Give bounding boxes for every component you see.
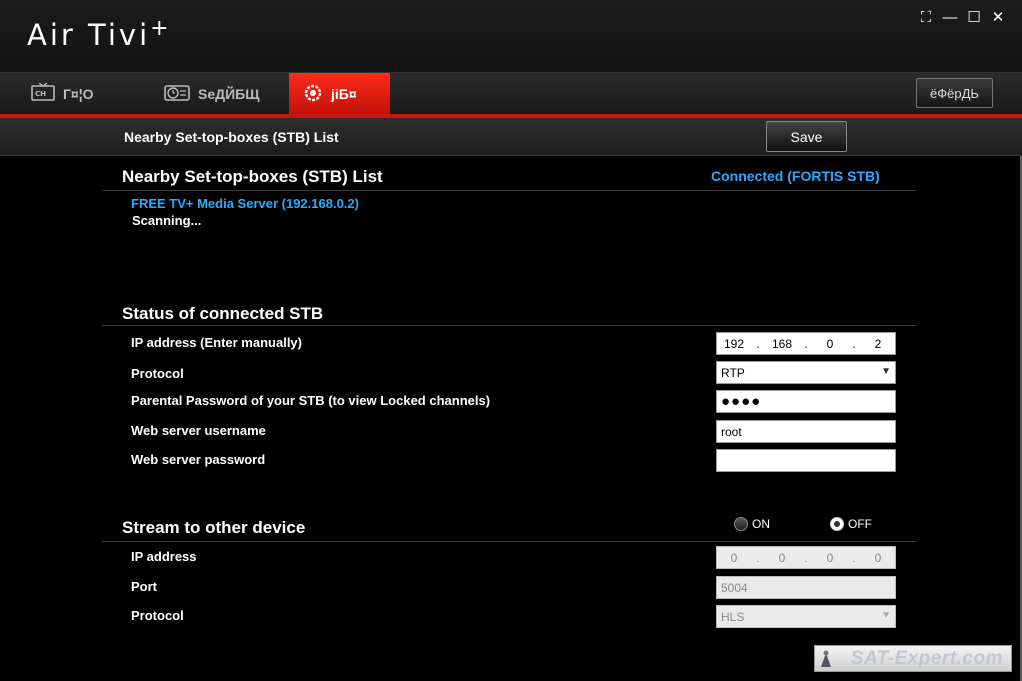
nearby-divider bbox=[102, 190, 916, 191]
svg-text:CH: CH bbox=[35, 90, 46, 98]
page-title: Nearby Set-top-boxes (STB) List bbox=[124, 129, 339, 145]
stream-section-title: Stream to other device bbox=[122, 518, 306, 537]
tab-channels[interactable]: CH Г¤¦О bbox=[31, 73, 151, 115]
close-icon[interactable]: ✕ bbox=[986, 8, 1010, 28]
tab-bar: CH Г¤¦О ЅеДЙБЩ јіБ¤ ёФёрДЬ bbox=[0, 72, 1022, 115]
title-bar: Air Tivi+ ⛶ — ☐ ✕ bbox=[0, 0, 1022, 72]
status-section-title: Status of connected STB bbox=[122, 304, 324, 323]
protocol-value: RTP bbox=[721, 365, 745, 380]
stream-protocol-label: Protocol bbox=[131, 608, 184, 623]
protocol-label: Protocol bbox=[131, 366, 184, 381]
stream-protocol-value: HLS bbox=[721, 609, 745, 624]
scanning-status: Scanning... bbox=[132, 213, 202, 228]
parental-password-value: ●●●● bbox=[721, 393, 762, 410]
ip-dot: . bbox=[804, 550, 808, 565]
status-divider bbox=[102, 325, 916, 326]
tab-settings[interactable]: јіБ¤ bbox=[289, 73, 390, 115]
stream-on-radio[interactable]: ON bbox=[734, 517, 770, 531]
ip-address-label: IP address (Enter manually) bbox=[131, 335, 302, 350]
stream-port-input[interactable]: 5004 bbox=[716, 576, 896, 599]
stream-off-radio[interactable]: OFF bbox=[830, 517, 872, 531]
ip-octet[interactable]: 0 bbox=[817, 337, 843, 351]
web-password-label: Web server password bbox=[131, 452, 266, 467]
maximize-icon[interactable]: ☐ bbox=[962, 8, 986, 28]
stream-port-label: Port bbox=[131, 579, 157, 594]
web-username-input[interactable]: root bbox=[716, 420, 896, 443]
web-username-label: Web server username bbox=[131, 423, 266, 438]
settings-icon bbox=[303, 83, 323, 106]
stb-ip-input[interactable]: 192. 168. 0. 2 bbox=[716, 332, 896, 355]
watermark-logo: SAT-Expert.com bbox=[814, 645, 1012, 672]
ip-octet[interactable]: 0 bbox=[769, 551, 795, 565]
app-title: Air Tivi+ bbox=[27, 16, 169, 52]
ip-octet[interactable]: 0 bbox=[721, 551, 747, 565]
ip-dot: . bbox=[852, 336, 856, 351]
ip-octet[interactable]: 0 bbox=[817, 551, 843, 565]
schedule-icon bbox=[164, 83, 190, 106]
tab-schedule[interactable]: ЅеДЙБЩ bbox=[164, 73, 284, 115]
app-title-text: Air Tivi bbox=[27, 18, 151, 52]
save-button[interactable]: Save bbox=[766, 121, 847, 152]
tab-channels-label: Г¤¦О bbox=[63, 86, 94, 102]
web-username-value: root bbox=[721, 424, 742, 439]
chevron-down-icon: ▼ bbox=[881, 610, 891, 621]
parental-password-label: Parental Password of your STB (to view L… bbox=[131, 393, 491, 408]
stream-protocol-select[interactable]: HLS ▼ bbox=[716, 605, 896, 628]
radio-unchecked-icon bbox=[734, 517, 748, 531]
fullscreen-icon[interactable]: ⛶ bbox=[914, 8, 938, 28]
ip-dot: . bbox=[756, 550, 760, 565]
stream-port-value: 5004 bbox=[721, 580, 748, 595]
ip-dot: . bbox=[852, 550, 856, 565]
settings-content bbox=[0, 156, 1022, 681]
tv-ch-icon: CH bbox=[31, 81, 55, 106]
protocol-select[interactable]: RTP ▼ bbox=[716, 361, 896, 384]
ip-octet[interactable]: 192 bbox=[721, 337, 747, 351]
tab-settings-label: јіБ¤ bbox=[331, 86, 357, 102]
stream-off-label: OFF bbox=[848, 517, 872, 531]
ip-octet[interactable]: 168 bbox=[769, 337, 795, 351]
stb-list-item[interactable]: FREE TV+ Media Server (192.168.0.2) bbox=[131, 196, 359, 211]
web-password-input[interactable] bbox=[716, 449, 896, 472]
stream-ip-label: IP address bbox=[131, 549, 197, 564]
radio-checked-icon bbox=[830, 517, 844, 531]
chevron-down-icon: ▼ bbox=[881, 366, 891, 377]
ip-dot: . bbox=[756, 336, 760, 351]
stream-on-label: ON bbox=[752, 517, 770, 531]
window-controls: ⛶ — ☐ ✕ bbox=[914, 8, 1010, 28]
watermark-text: SAT-Expert.com bbox=[850, 647, 1003, 669]
connection-status: Connected (FORTIS STB) bbox=[711, 168, 880, 184]
ip-octet[interactable]: 2 bbox=[865, 337, 891, 351]
satellite-dish-icon bbox=[821, 650, 831, 667]
language-button[interactable]: ёФёрДЬ bbox=[916, 78, 993, 108]
nearby-section-title: Nearby Set-top-boxes (STB) List bbox=[122, 167, 383, 186]
minimize-icon[interactable]: — bbox=[938, 8, 962, 28]
stream-ip-input[interactable]: 0. 0. 0. 0 bbox=[716, 546, 896, 569]
ip-octet[interactable]: 0 bbox=[865, 551, 891, 565]
header-bar: Nearby Set-top-boxes (STB) List Save bbox=[0, 118, 1022, 156]
ip-dot: . bbox=[804, 336, 808, 351]
tab-schedule-label: ЅеДЙБЩ bbox=[198, 86, 260, 102]
app-title-plus: + bbox=[150, 16, 169, 41]
parental-password-input[interactable]: ●●●● bbox=[716, 390, 896, 413]
stream-divider bbox=[102, 541, 916, 542]
